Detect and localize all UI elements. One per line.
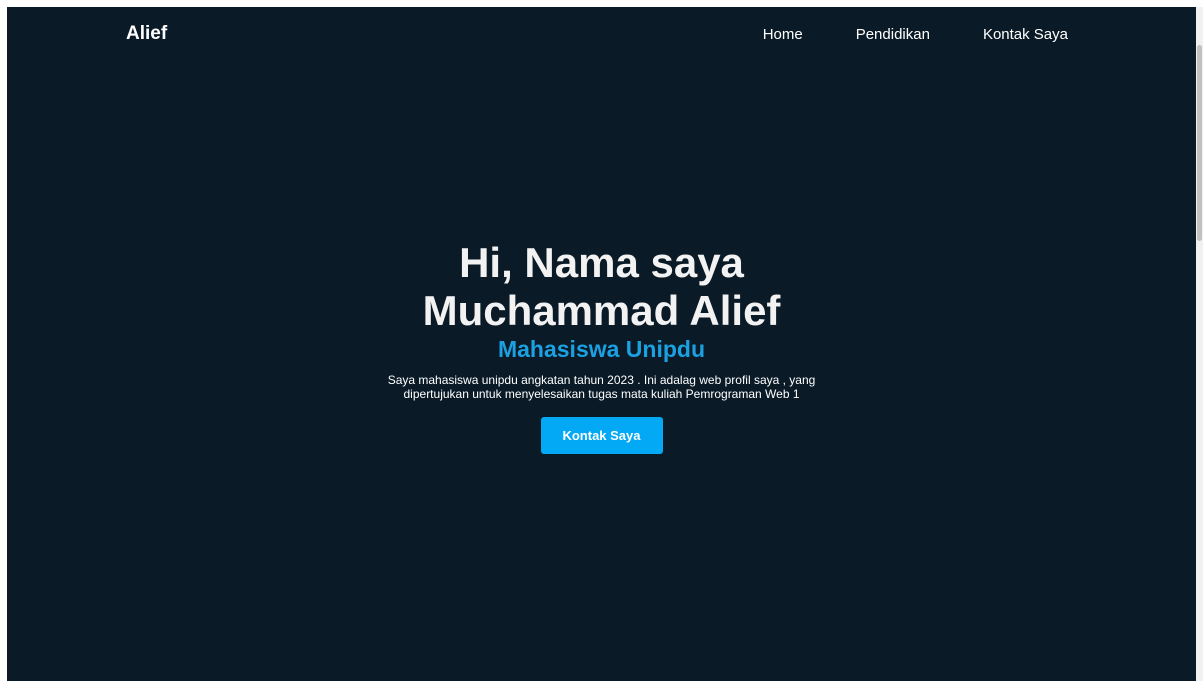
navbar: Alief Home Pendidikan Kontak Saya: [7, 7, 1196, 63]
brand-logo[interactable]: Alief: [126, 23, 167, 45]
page-viewport: Alief Home Pendidikan Kontak Saya Hi, Na…: [7, 7, 1196, 681]
hero-section: Hi, Nama saya Muchammad Alief Mahasiswa …: [7, 239, 1196, 454]
hero-description: Saya mahasiswa unipdu angkatan tahun 202…: [387, 373, 816, 401]
hero-title-line-1: Hi, Nama saya: [459, 239, 744, 286]
nav-link-kontak-saya[interactable]: Kontak Saya: [983, 26, 1068, 43]
nav-link-pendidikan[interactable]: Pendidikan: [856, 26, 930, 43]
nav-links: Home Pendidikan Kontak Saya: [763, 26, 1068, 43]
hero-title: Hi, Nama saya Muchammad Alief: [7, 239, 1196, 335]
vertical-scrollbar[interactable]: [1196, 7, 1203, 681]
contact-button[interactable]: Kontak Saya: [540, 417, 663, 454]
hero-title-line-2: Muchammad Alief: [422, 287, 781, 334]
nav-link-home[interactable]: Home: [763, 26, 803, 43]
hero-subtitle: Mahasiswa Unipdu: [497, 336, 706, 362]
scrollbar-thumb[interactable]: [1197, 45, 1202, 241]
